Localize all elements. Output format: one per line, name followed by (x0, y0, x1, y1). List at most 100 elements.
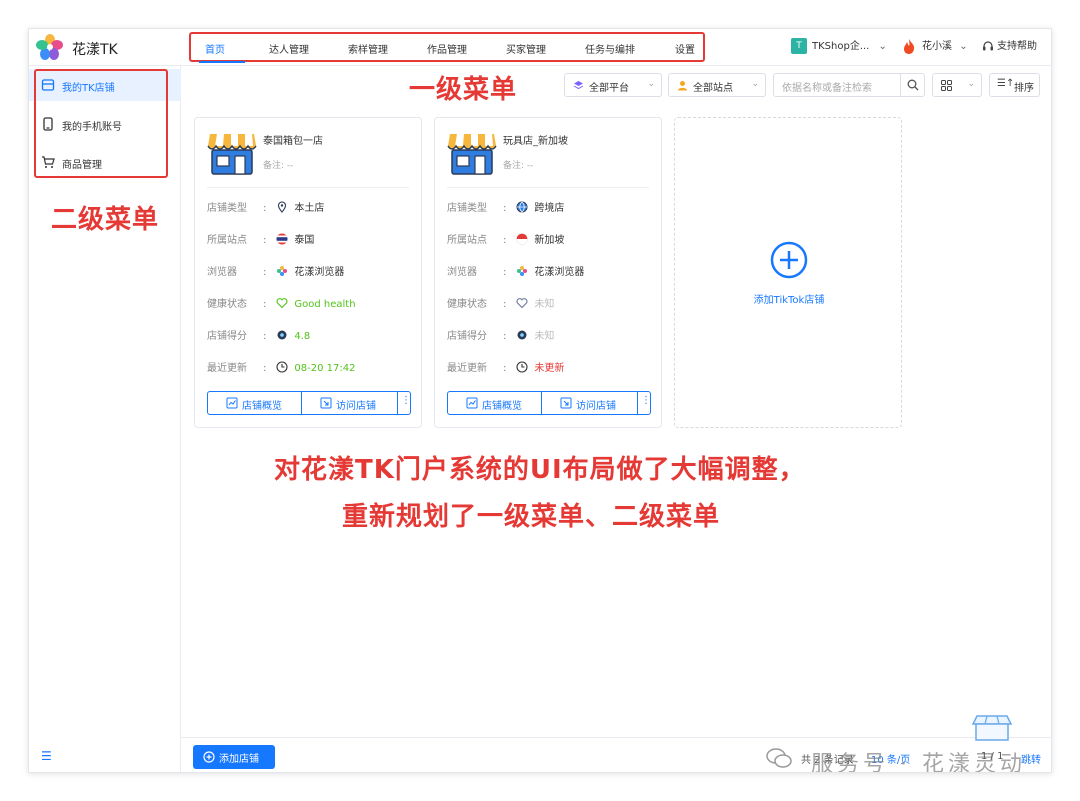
site-select[interactable]: 全部站点 ⌄ (668, 73, 766, 97)
browser-row: 浏览器: 花漾浏览器 (447, 263, 584, 278)
browser-value: 花漾浏览器 (534, 267, 585, 278)
browser-logo-icon (517, 266, 528, 276)
user-menu[interactable]: 花小溪 ⌄ (922, 37, 968, 52)
more-vertical-icon: ⋮ (641, 395, 651, 406)
shop-type-label: 店铺类型 (207, 203, 247, 214)
visit-shop-label: 访问店铺 (576, 401, 616, 412)
sidebar-collapse-icon[interactable]: ☰ (41, 749, 52, 763)
site-label: 所属站点 (447, 235, 487, 246)
updated-value: 08-20 17:42 (294, 363, 356, 374)
search-button[interactable] (900, 74, 924, 96)
primary-nav: 首页 达人管理 索样管理 作品管理 买家管理 任务与编排 设置 (189, 32, 705, 63)
search-placeholder: 依据名称或备注检索 (782, 83, 872, 94)
add-shop-button[interactable]: 添加店铺 (193, 745, 275, 769)
bottom-bar: 添加店铺 共 2 条记录 10 条/页 服务号 · 花漾灵动 1 / 1 跳转 (181, 715, 1051, 772)
annotation-primary-menu: 一级菜单 (409, 75, 518, 105)
site-value: 泰国 (294, 235, 315, 246)
thailand-flag-icon (276, 233, 288, 245)
nav-item-buyers[interactable]: 买家管理 (506, 41, 546, 56)
shop-overview-label: 店铺概览 (242, 401, 282, 412)
platform-select[interactable]: 全部平台 ⌄ (564, 73, 662, 97)
more-vertical-icon: ⋮ (401, 395, 411, 406)
shop-type-row: 店铺类型: 跨境店 (447, 199, 564, 214)
nav-item-creators[interactable]: 达人管理 (269, 41, 309, 56)
app-logo-icon (36, 34, 63, 60)
health-value: 未知 (534, 299, 555, 310)
nav-item-works[interactable]: 作品管理 (427, 41, 467, 56)
open-link-icon (560, 397, 572, 409)
shop-note: 备注: -- (503, 161, 534, 171)
fire-icon (904, 39, 915, 54)
annotation-caption-line1: 对花漾TK门户系统的UI布局做了大幅调整， (274, 455, 806, 485)
user-name: 花小溪 (922, 41, 952, 52)
chevron-down-icon: ⌄ (959, 41, 968, 52)
chevron-down-icon: ⌄ (967, 79, 975, 89)
clock-icon (516, 361, 528, 373)
shop-type-value: 跨境店 (534, 203, 565, 214)
globe-icon (516, 201, 528, 213)
updated-label: 最近更新 (207, 363, 247, 374)
search-input[interactable]: 依据名称或备注检索 (773, 73, 925, 97)
annotation-box-secondary-menu (34, 69, 168, 178)
score-label: 店铺得分 (447, 331, 487, 342)
browser-row: 浏览器: 花漾浏览器 (207, 263, 344, 278)
visit-shop-button[interactable]: 访问店铺 (302, 392, 398, 414)
site-label: 所属站点 (207, 235, 247, 246)
shop-storefront-icon (207, 134, 257, 175)
more-actions-button[interactable]: ⋮ (638, 392, 651, 414)
score-value: 未知 (534, 331, 555, 342)
score-label: 店铺得分 (207, 331, 247, 342)
score-row: 店铺得分: 4.8 (207, 327, 310, 342)
card-actions: 店铺概览 访问店铺 ⋮ (447, 391, 651, 415)
sort-icon: ☰↑ (997, 78, 1015, 89)
add-tiktok-shop-card[interactable]: 添加TikTok店铺 (674, 117, 902, 428)
shop-type-row: 店铺类型: 本土店 (207, 199, 324, 214)
visit-shop-label: 访问店铺 (336, 401, 376, 412)
shop-switcher[interactable]: TKShop企... ⌄ (812, 37, 887, 52)
annotation-caption-line2: 重新规划了一级菜单、二级菜单 (342, 502, 721, 532)
browser-logo-icon (277, 266, 288, 276)
more-actions-button[interactable]: ⋮ (398, 392, 411, 414)
page-indicator: 1 / 1 (981, 751, 1004, 762)
card-actions: 店铺概览 访问店铺 ⋮ (207, 391, 411, 415)
shop-note: 备注: -- (263, 161, 294, 171)
chevron-down-icon: ⌄ (751, 79, 759, 89)
heart-pulse-icon (276, 298, 288, 309)
add-shop-label: 添加店铺 (219, 754, 259, 765)
shop-card[interactable]: 玩具店_新加坡 备注: -- 店铺类型: 跨境店 所属站点: 新加坡 浏览器: … (434, 117, 662, 428)
site-row: 所属站点: 新加坡 (447, 231, 564, 246)
shop-name: 泰国箱包一店 (263, 136, 323, 147)
help-link[interactable]: 支持帮助 (997, 37, 1037, 52)
shop-card[interactable]: 泰国箱包一店 备注: -- 店铺类型: 本土店 所属站点: 泰国 浏览器: 花漾… (194, 117, 422, 428)
updated-label: 最近更新 (447, 363, 487, 374)
chart-icon (226, 397, 238, 409)
view-mode-select[interactable]: ⌄ (932, 73, 982, 97)
browser-label: 浏览器 (447, 267, 477, 278)
heart-pulse-icon (516, 298, 528, 309)
sort-button[interactable]: ☰↑ 排序 (989, 73, 1040, 97)
shop-name: 玩具店_新加坡 (503, 136, 568, 147)
health-row: 健康状态: Good health (207, 295, 356, 310)
chevron-down-icon: ⌄ (878, 41, 887, 52)
nav-item-tasks[interactable]: 任务与编排 (585, 41, 635, 56)
chevron-down-icon: ⌄ (647, 79, 655, 89)
jump-button[interactable]: 跳转 (1021, 751, 1041, 766)
site-row: 所属站点: 泰国 (207, 231, 314, 246)
browser-label: 浏览器 (207, 267, 237, 278)
site-value: 新加坡 (534, 235, 565, 246)
shop-switcher-label: TKShop企... (812, 41, 870, 52)
shop-type-label: 店铺类型 (447, 203, 487, 214)
visit-shop-button[interactable]: 访问店铺 (542, 392, 638, 414)
score-gear-icon (517, 330, 527, 340)
health-value: Good health (294, 299, 356, 310)
shop-overview-button[interactable]: 店铺概览 (208, 392, 302, 414)
plus-circle-icon (203, 751, 215, 763)
updated-row: 最近更新: 08-20 17:42 (207, 359, 355, 374)
nav-item-home[interactable]: 首页 (205, 41, 225, 56)
layers-icon (573, 81, 584, 90)
nav-item-samples[interactable]: 索样管理 (348, 41, 388, 56)
clock-icon (276, 361, 288, 373)
nav-item-settings[interactable]: 设置 (675, 41, 695, 56)
sort-label: 排序 (1014, 83, 1034, 94)
shop-overview-button[interactable]: 店铺概览 (448, 392, 542, 414)
